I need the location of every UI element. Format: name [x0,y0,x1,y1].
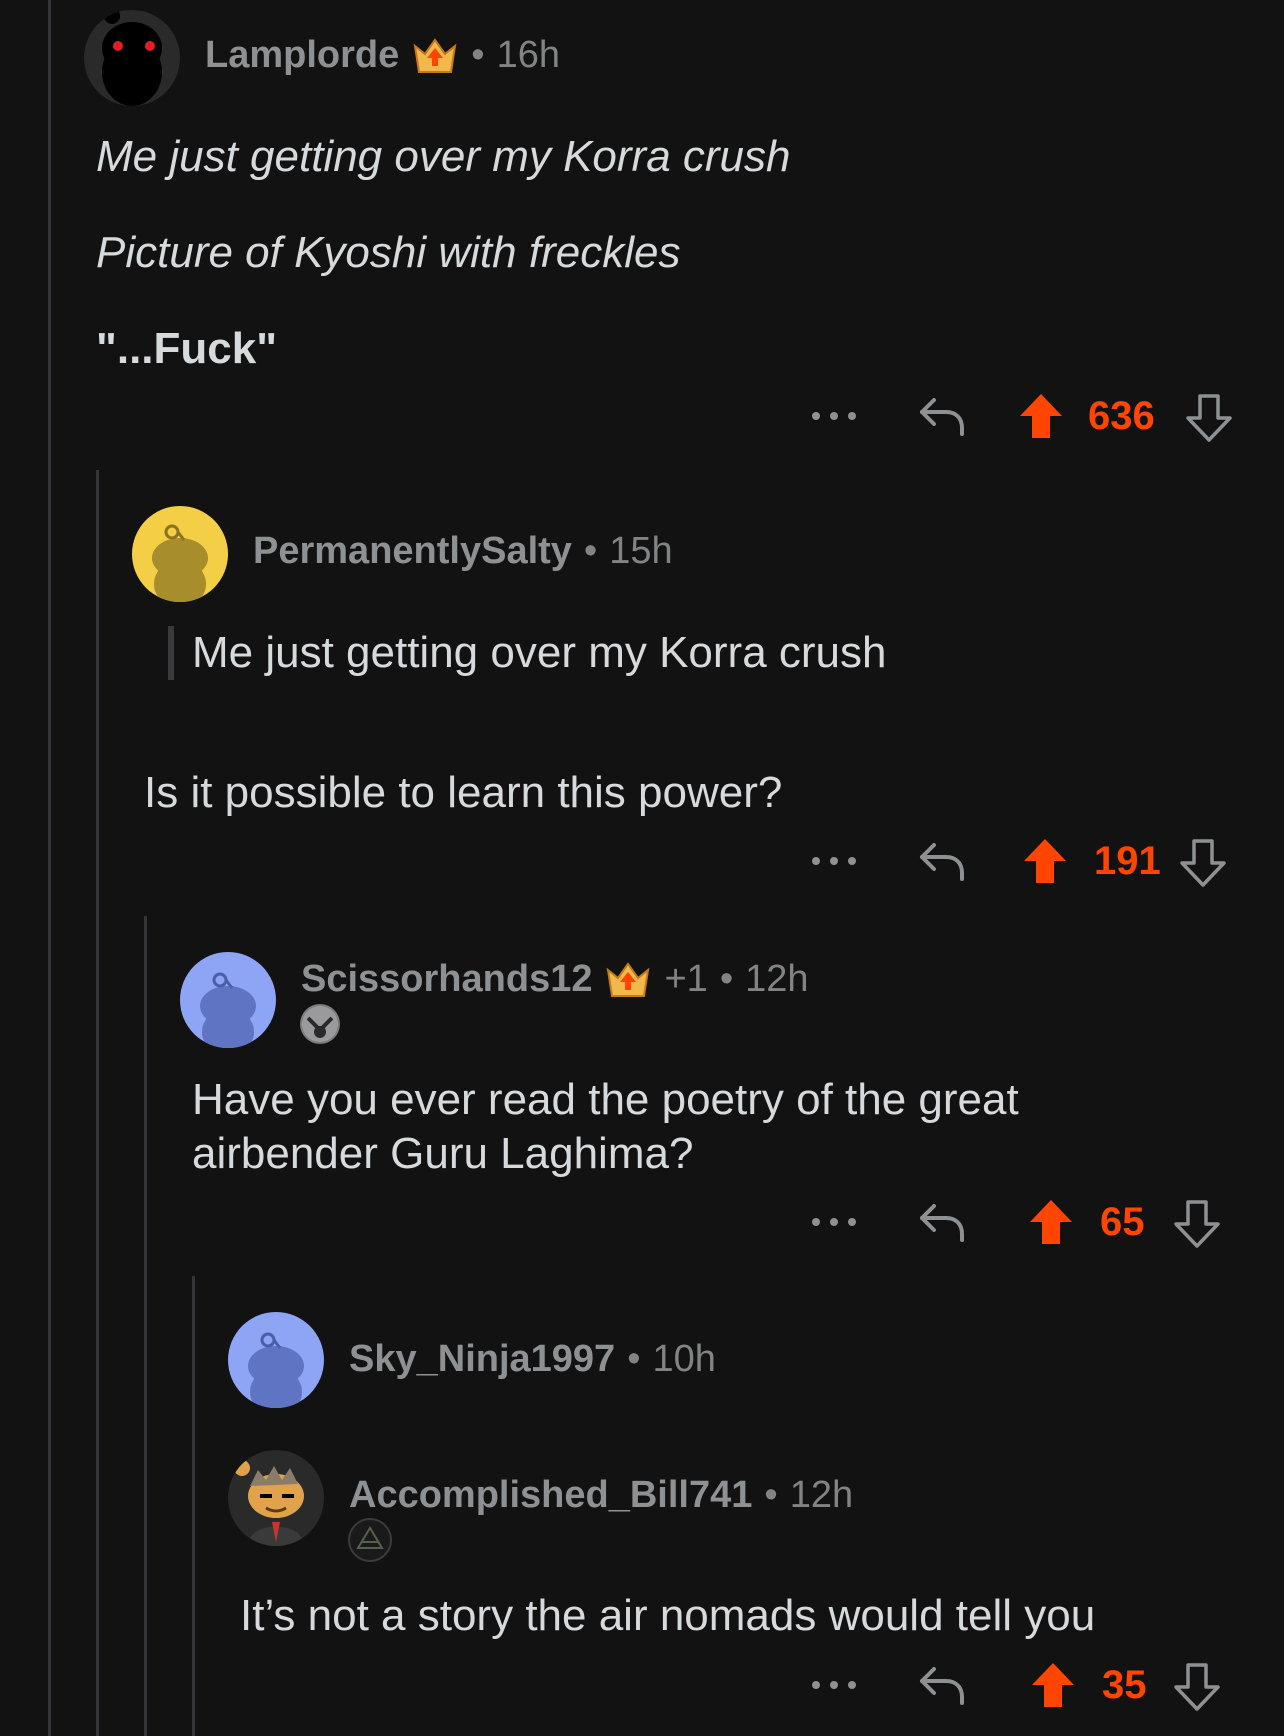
reply-icon[interactable] [918,394,966,438]
author-name[interactable]: Sky_Ninja1997 [349,1338,615,1381]
avatar[interactable] [84,10,180,106]
author-name[interactable]: Scissorhands12 [301,958,592,1001]
award-icon[interactable] [411,36,459,76]
comment-time: 10h [652,1338,716,1380]
downvote-icon[interactable] [1174,1663,1220,1711]
thread-line-level3[interactable] [192,1276,195,1736]
comment-header: PermanentlySalty • 15h [253,530,673,573]
snoo-avatar-icon [200,972,256,1048]
comment-header: Accomplished_Bill741 • 12h [349,1474,853,1517]
avatar[interactable] [228,1312,324,1408]
comment-time: 15h [609,530,673,572]
author-name[interactable]: Accomplished_Bill741 [349,1474,752,1517]
comment-body-line: "...Fuck" [96,324,278,373]
separator-dot: • [719,958,734,1000]
downvote-icon[interactable] [1186,394,1232,442]
author-name[interactable]: Lamplorde [205,34,399,77]
comment-header: Lamplorde • 16h [205,34,560,77]
upvote-icon[interactable] [1018,392,1064,440]
separator-dot: • [471,34,485,76]
more-icon[interactable] [812,406,856,426]
flair-icon [300,1004,340,1044]
thread-line-level1[interactable] [96,470,99,1736]
reply-icon[interactable] [918,1200,966,1244]
snoo-avatar-icon [152,524,208,602]
upvote-icon[interactable] [1028,1198,1074,1246]
comment-time: 16h [496,34,560,76]
separator-dot: • [764,1474,778,1516]
more-icon[interactable] [812,851,856,871]
award-icon[interactable] [604,960,652,1000]
award-count: +1 [664,958,708,1000]
reply-icon[interactable] [918,839,966,883]
upvote-icon[interactable] [1030,1661,1076,1709]
comment-body: Is it possible to learn this power? [144,768,783,817]
downvote-icon[interactable] [1174,1200,1220,1248]
vote-score: 65 [1100,1200,1145,1244]
avatar[interactable] [132,506,228,602]
more-icon[interactable] [812,1212,856,1232]
comment-time: 12h [789,1474,854,1516]
author-name[interactable]: PermanentlySalty [253,530,572,573]
separator-dot: • [583,530,598,572]
more-icon[interactable] [812,1675,856,1695]
comment-body-line: Have you ever read the poetry of the gre… [192,1075,1019,1124]
snoo-avatar-icon [248,1332,304,1408]
comment-body: It’s not a story the air nomads would te… [240,1591,1096,1640]
avatar[interactable] [228,1450,324,1546]
vote-score: 191 [1094,839,1161,883]
thread-line-root[interactable] [48,0,51,1736]
upvote-icon[interactable] [1022,837,1068,885]
comment-time: 12h [745,958,809,1000]
vote-score: 35 [1102,1663,1147,1707]
comment-body-line: airbender Guru Laghima? [192,1129,694,1178]
thread-line-level2[interactable] [144,916,147,1736]
separator-dot: • [627,1338,641,1380]
downvote-icon[interactable] [1180,839,1226,887]
comment-quote: Me just getting over my Korra crush [168,626,886,680]
comment-header: Scissorhands12 +1 • 12h [301,958,809,1001]
vote-score: 636 [1088,394,1155,438]
comment-header: Sky_Ninja1997 • 10h [349,1338,716,1381]
snoo-avatar-icon [234,1460,304,1546]
avatar[interactable] [180,952,276,1048]
comment-body-line: Me just getting over my Korra crush [96,132,791,181]
flair-icon [348,1518,392,1562]
comment-body-line: Picture of Kyoshi with freckles [96,228,681,277]
reply-icon[interactable] [918,1663,966,1707]
snoo-avatar-icon [102,10,162,106]
